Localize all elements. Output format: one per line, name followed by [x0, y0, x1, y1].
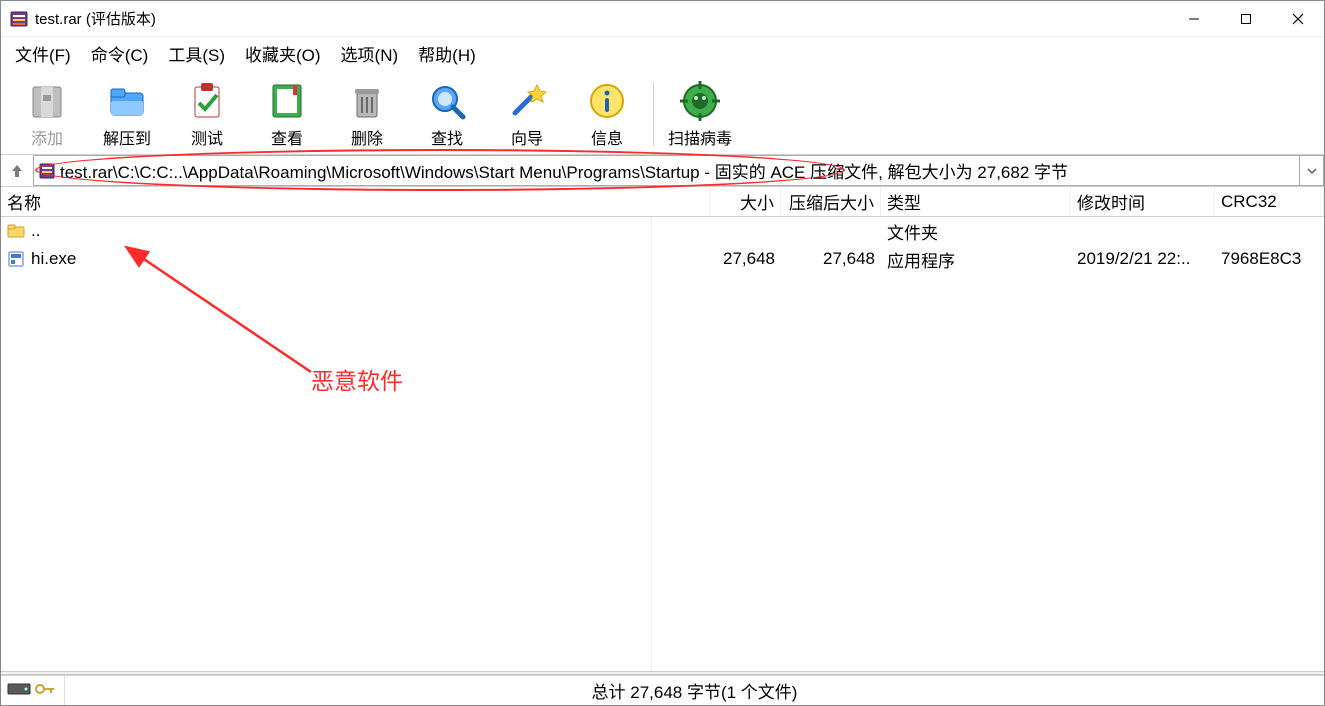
toolbar-view-label: 查看 [271, 125, 303, 149]
toolbar-add[interactable]: 添加 [7, 74, 87, 154]
archive-add-icon [25, 79, 69, 123]
toolbar-delete[interactable]: 删除 [327, 74, 407, 154]
status-total: 总计 27,648 字节(1 个文件) [65, 678, 1324, 703]
list-row-parent[interactable]: .. 文件夹 [1, 217, 1324, 245]
toolbar-find[interactable]: 查找 [407, 74, 487, 154]
menu-bar: 文件(F) 命令(C) 工具(S) 收藏夹(O) 选项(N) 帮助(H) [1, 37, 1324, 69]
row-file-packed: 27,648 [781, 249, 881, 269]
menu-file[interactable]: 文件(F) [7, 39, 79, 68]
toolbar-info[interactable]: 信息 [567, 74, 647, 154]
toolbar-delete-label: 删除 [351, 125, 383, 149]
drive-icon [7, 681, 31, 701]
toolbar-scan-label: 扫描病毒 [668, 125, 732, 149]
column-headers: 名称 大小 压缩后大小 类型 修改时间 CRC32 [1, 187, 1324, 217]
col-modified[interactable]: 修改时间 [1071, 187, 1215, 216]
title-bar: test.rar (评估版本) [1, 1, 1324, 37]
col-type[interactable]: 类型 [881, 187, 1071, 216]
col-packed[interactable]: 压缩后大小 [781, 187, 881, 216]
up-button[interactable] [1, 155, 33, 186]
toolbar-test-label: 测试 [191, 125, 223, 149]
folder-icon [7, 222, 25, 240]
toolbar-info-label: 信息 [591, 125, 623, 149]
file-list: .. 文件夹 hi.exe 27,648 27,648 应用程序 2019/2/… [1, 217, 1324, 671]
folder-extract-icon [105, 79, 149, 123]
toolbar-extract-label: 解压到 [103, 125, 151, 149]
row-file-type: 应用程序 [881, 247, 1071, 272]
close-button[interactable] [1272, 1, 1324, 36]
toolbar-extract[interactable]: 解压到 [87, 74, 167, 154]
menu-tools[interactable]: 工具(S) [160, 39, 233, 68]
row-file-crc: 7968E8C3 [1215, 249, 1324, 269]
virus-scan-icon [678, 79, 722, 123]
wizard-wand-icon [505, 79, 549, 123]
address-field[interactable]: test.rar\C:\C:C:..\AppData\Roaming\Micro… [33, 155, 1300, 186]
toolbar-test[interactable]: 测试 [167, 74, 247, 154]
toolbar-add-label: 添加 [31, 125, 63, 149]
app-icon [9, 9, 29, 29]
column-divider [651, 217, 652, 671]
list-row-file[interactable]: hi.exe 27,648 27,648 应用程序 2019/2/21 22:.… [1, 245, 1324, 273]
col-name[interactable]: 名称 [1, 187, 711, 216]
toolbar-find-label: 查找 [431, 125, 463, 149]
col-size[interactable]: 大小 [711, 187, 781, 216]
annotation-label: 恶意软件 [311, 362, 403, 396]
row-file-size: 27,648 [711, 249, 781, 269]
trash-icon [345, 79, 389, 123]
menu-help[interactable]: 帮助(H) [410, 39, 484, 68]
info-icon [585, 79, 629, 123]
toolbar-view[interactable]: 查看 [247, 74, 327, 154]
key-icon [35, 681, 55, 701]
address-path: test.rar\C:\C:C:..\AppData\Roaming\Micro… [60, 158, 1068, 183]
menu-favorites[interactable]: 收藏夹(O) [237, 39, 329, 68]
menu-options[interactable]: 选项(N) [333, 39, 407, 68]
book-icon [265, 79, 309, 123]
clipboard-check-icon [185, 79, 229, 123]
toolbar-wizard[interactable]: 向导 [487, 74, 567, 154]
menu-commands[interactable]: 命令(C) [83, 39, 157, 68]
row-file-modified: 2019/2/21 22:.. [1071, 249, 1215, 269]
maximize-button[interactable] [1220, 1, 1272, 36]
col-crc[interactable]: CRC32 [1215, 187, 1324, 216]
row-file-name: hi.exe [31, 249, 76, 269]
search-icon [425, 79, 469, 123]
address-dropdown[interactable] [1300, 155, 1324, 186]
toolbar-wizard-label: 向导 [511, 125, 543, 149]
row-parent-name: .. [31, 221, 40, 241]
row-parent-type: 文件夹 [881, 219, 1071, 244]
window-title: test.rar (评估版本) [35, 8, 1168, 29]
address-bar: test.rar\C:\C:C:..\AppData\Roaming\Micro… [1, 155, 1324, 187]
minimize-button[interactable] [1168, 1, 1220, 36]
exe-icon [7, 250, 25, 268]
toolbar: 添加 解压到 测试 查看 删除 查找 向导 [1, 69, 1324, 155]
status-bar: 总计 27,648 字节(1 个文件) [1, 675, 1324, 705]
status-icons [1, 676, 65, 705]
archive-icon [38, 162, 56, 180]
toolbar-divider [653, 82, 654, 146]
toolbar-scan[interactable]: 扫描病毒 [660, 74, 740, 154]
